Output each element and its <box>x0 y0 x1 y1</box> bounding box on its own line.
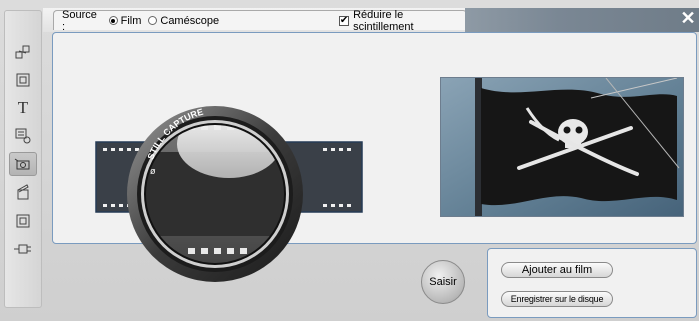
titles-tool-button[interactable] <box>10 69 36 91</box>
plug-icon <box>14 244 31 254</box>
audio-list-icon <box>15 128 31 144</box>
plugin-tool-button[interactable] <box>10 238 36 260</box>
clapper-tool-button[interactable] <box>10 181 36 203</box>
frame-grab-tool-button[interactable] <box>9 152 37 176</box>
add-to-movie-button[interactable]: Ajouter au film <box>501 262 613 278</box>
source-label: Source : <box>62 8 97 33</box>
still-capture-illustration: STILL CAPTURE ø <box>93 80 365 316</box>
text-icon: T <box>17 98 29 117</box>
top-bar: Source : Film Caméscope ✔ Réduire le sci… <box>43 8 699 33</box>
preview-image <box>440 77 684 217</box>
film-radio[interactable] <box>108 16 118 25</box>
actions-panel: Ajouter au film Enregistrer sur le disqu… <box>487 248 697 318</box>
camcorder-radio[interactable] <box>148 16 158 25</box>
window: T Source : Film Caméscope ✔ Réduire le s… <box>0 0 699 321</box>
reduce-flicker-checkbox[interactable]: ✔ <box>339 15 350 26</box>
camcorder-radio-label[interactable]: Caméscope <box>160 15 219 27</box>
save-to-disk-button[interactable]: Enregistrer sur le disque <box>501 291 613 307</box>
close-icon[interactable]: ✕ <box>679 9 697 27</box>
lens-symbol: ø <box>150 166 156 176</box>
transitions-icon <box>15 45 30 59</box>
square-button-icon <box>16 214 30 228</box>
menu-tool-button[interactable] <box>10 210 36 232</box>
text-tool-button[interactable]: T <box>10 97 36 119</box>
film-radio-label[interactable]: Film <box>121 15 142 27</box>
left-toolbar: T <box>4 10 42 308</box>
frame-icon <box>16 73 30 87</box>
camera-grab-icon <box>14 158 30 170</box>
title-bar: ✕ <box>465 8 699 32</box>
transitions-tool-button[interactable] <box>10 41 36 63</box>
grab-frame-button[interactable]: Saisir <box>421 260 465 304</box>
clapper-icon <box>17 184 29 200</box>
reduce-flicker-label[interactable]: Réduire le scintillement <box>353 9 466 33</box>
source-panel: Source : Film Caméscope ✔ Réduire le sci… <box>53 8 467 33</box>
audio-tool-button[interactable] <box>10 125 36 147</box>
